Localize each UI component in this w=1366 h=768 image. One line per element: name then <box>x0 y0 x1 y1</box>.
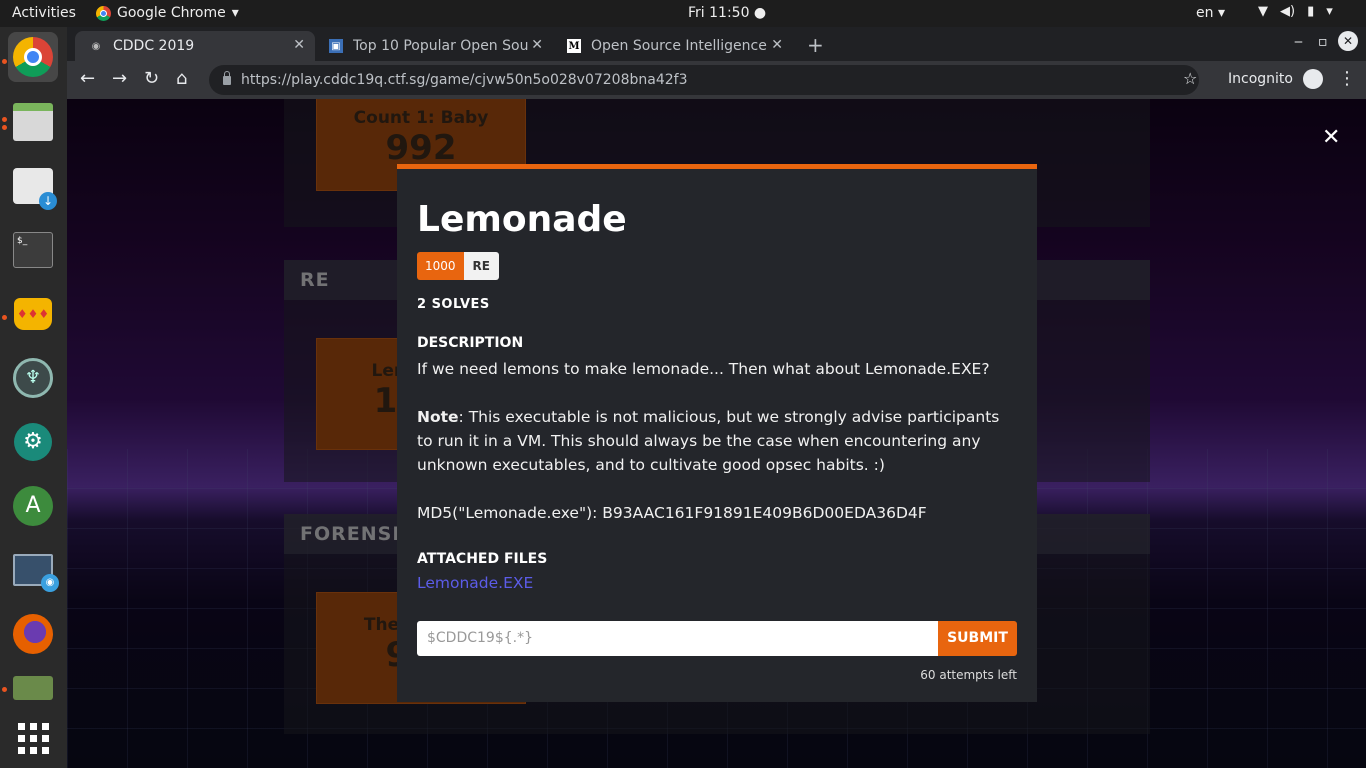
dock-settings[interactable]: ⚙ <box>8 417 58 467</box>
browser-tab-strip: ◉ CDDC 2019 ✕ ▣ Top 10 Popular Open Sou … <box>67 27 1366 61</box>
close-tab-icon[interactable]: ✕ <box>293 37 305 53</box>
description-heading: DESCRIPTION <box>417 335 524 351</box>
app-menu-label: Google Chrome <box>117 5 226 21</box>
attached-file-link[interactable]: Lemonade.EXE <box>417 574 533 592</box>
language-text: en <box>1196 5 1214 21</box>
dock-archive-manager[interactable] <box>8 673 58 703</box>
submit-button[interactable]: SUBMIT <box>938 621 1017 656</box>
category-badge: RE <box>463 252 499 280</box>
dock-gitkraken[interactable]: ♆ <box>8 353 58 403</box>
md5-hash: MD5("Lemonade.exe"): B93AAC161F91891E409… <box>417 504 927 522</box>
dock-chrome[interactable] <box>8 32 58 82</box>
tab-title: Open Source Intelligence <box>591 38 767 54</box>
home-button[interactable]: ⌂ <box>176 68 187 89</box>
dock-android-studio[interactable]: A <box>8 481 58 531</box>
dock-firefox[interactable] <box>8 609 58 659</box>
system-tray[interactable]: ▼ ◀) ▮ ▾ <box>1258 4 1333 19</box>
challenge-modal: Lemonade 1000 RE 2 SOLVES DESCRIPTION If… <box>397 164 1037 702</box>
clock[interactable]: Fri 11:50 ● <box>688 5 766 21</box>
terminal-icon: $_ <box>13 232 53 268</box>
kettle-icon: ♦♦♦ <box>14 298 52 330</box>
challenge-tags: 1000 RE <box>417 252 499 280</box>
language-indicator[interactable]: en ▾ <box>1196 5 1225 21</box>
forward-button[interactable]: → <box>112 68 127 89</box>
medium-favicon-icon: M <box>567 39 581 53</box>
running-indicator <box>2 687 7 692</box>
dock-kettle-app[interactable]: ♦♦♦ <box>8 289 58 339</box>
dock-files[interactable] <box>8 97 58 147</box>
dock-terminal[interactable]: $_ <box>8 225 58 275</box>
dock: ↓ $_ ♦♦♦ ♆ ⚙ A ◉ <box>0 27 67 768</box>
tab-top10[interactable]: ▣ Top 10 Popular Open Sou ✕ <box>315 31 553 61</box>
dock-software-updater[interactable]: ↓ <box>8 161 58 211</box>
show-applications-button[interactable] <box>8 713 58 763</box>
url-text: https://play.cddc19q.ctf.sg/game/cjvw50n… <box>241 72 688 88</box>
tab-title: CDDC 2019 <box>113 38 195 54</box>
minimize-button[interactable]: ‒ <box>1294 34 1303 50</box>
archive-icon <box>13 676 53 700</box>
browser-toolbar: ← → ↻ ⌂ https://play.cddc19q.ctf.sg/game… <box>67 61 1366 99</box>
incognito-icon[interactable] <box>1303 69 1323 89</box>
download-icon: ↓ <box>13 168 57 210</box>
chrome-menu-button[interactable]: ⋮ <box>1338 68 1356 89</box>
octopus-icon: ♆ <box>13 358 53 398</box>
close-window-button[interactable]: ✕ <box>1338 31 1358 51</box>
android-studio-icon: A <box>13 486 53 526</box>
note-paragraph: Note: This executable is not malicious, … <box>417 405 1017 477</box>
battery-icon: ▮ <box>1307 4 1315 19</box>
note-text: : This executable is not malicious, but … <box>417 408 1000 474</box>
bookmark-star-icon[interactable]: ☆ <box>1183 69 1197 88</box>
tab-osint[interactable]: M Open Source Intelligence ✕ <box>553 31 793 61</box>
attempts-left: 60 attempts left <box>920 668 1017 682</box>
chrome-icon <box>96 5 111 21</box>
note-label: Note <box>417 408 459 426</box>
tab-title: Top 10 Popular Open Sou <box>353 38 529 54</box>
running-indicator <box>2 315 7 320</box>
screenshot-icon: ◉ <box>13 554 59 592</box>
description-body: If we need lemons to make lemonade... Th… <box>417 357 1017 549</box>
running-indicator <box>2 59 7 64</box>
system-top-bar: Activities Google Chrome ▾ Fri 11:50 ● e… <box>0 0 1366 27</box>
tray-menu-icon: ▾ <box>1326 4 1333 19</box>
site-favicon-icon: ▣ <box>329 39 343 53</box>
challenge-title: Lemonade <box>417 199 627 240</box>
app-grid-icon <box>17 722 49 754</box>
running-indicator <box>2 125 7 130</box>
reload-button[interactable]: ↻ <box>144 68 159 89</box>
tab-cddc[interactable]: ◉ CDDC 2019 ✕ <box>75 31 315 61</box>
lock-icon <box>223 70 231 85</box>
page-viewport: Count 1: Baby 992 RE Lemonade 1000 FOREN… <box>67 99 1366 768</box>
solves-count: 2 SOLVES <box>417 297 490 312</box>
close-modal-icon[interactable]: ✕ <box>1322 125 1340 150</box>
files-icon <box>13 103 53 141</box>
clock-text: Fri 11:50 <box>688 5 750 21</box>
address-bar[interactable]: https://play.cddc19q.ctf.sg/game/cjvw50n… <box>209 65 1199 95</box>
description-text: If we need lemons to make lemonade... Th… <box>417 360 990 378</box>
firefox-icon <box>13 614 53 654</box>
dock-screenshot[interactable]: ◉ <box>8 545 59 595</box>
new-tab-button[interactable]: + <box>807 33 824 57</box>
cddc-favicon-icon: ◉ <box>91 40 101 52</box>
caret-down-icon: ▾ <box>231 5 239 21</box>
attached-files-heading: ATTACHED FILES <box>417 551 548 567</box>
incognito-label: Incognito <box>1228 71 1293 87</box>
flag-input[interactable]: $CDDC19${.*} <box>417 621 938 656</box>
close-tab-icon[interactable]: ✕ <box>771 37 783 53</box>
wifi-icon: ▼ <box>1258 4 1268 19</box>
close-tab-icon[interactable]: ✕ <box>531 37 543 53</box>
maximize-button[interactable]: ▫ <box>1318 34 1328 50</box>
chrome-icon <box>13 37 53 77</box>
running-indicator <box>2 117 7 122</box>
wrench-gear-icon: ⚙ <box>14 423 52 461</box>
points-badge: 1000 <box>417 252 464 280</box>
app-menu[interactable]: Google Chrome ▾ <box>96 5 239 21</box>
back-button[interactable]: ← <box>80 68 95 89</box>
volume-icon: ◀) <box>1280 4 1296 19</box>
activities-button[interactable]: Activities <box>12 5 76 21</box>
